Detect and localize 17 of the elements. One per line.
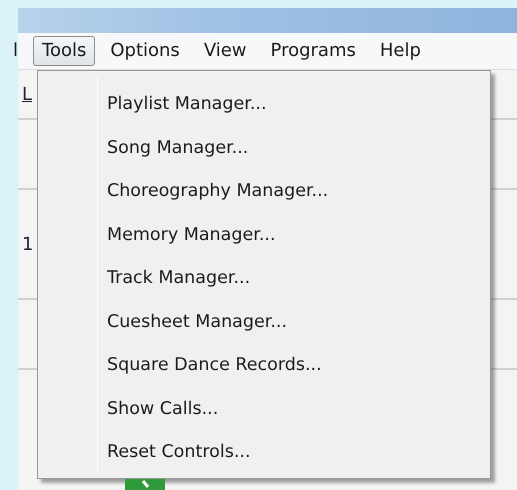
menu-option[interactable]: Song Manager... bbox=[38, 126, 490, 170]
menu-item[interactable]: Programs bbox=[262, 36, 365, 66]
menu-option[interactable]: Track Manager... bbox=[38, 257, 490, 300]
menu-item[interactable]: Tools bbox=[33, 36, 96, 66]
menu-item[interactable]: Help bbox=[370, 36, 430, 66]
menu-item[interactable]: View bbox=[194, 36, 256, 66]
menu-option[interactable]: Square Dance Records... bbox=[38, 344, 490, 388]
menu-option[interactable]: Cuesheet Manager... bbox=[38, 300, 490, 344]
menu-option[interactable]: Choreography Manager... bbox=[38, 170, 490, 214]
menu-option[interactable]: Playlist Manager... bbox=[38, 83, 490, 126]
menu-option[interactable]: Show Calls... bbox=[38, 388, 490, 431]
field-text: L bbox=[22, 82, 32, 106]
row-text: 1 bbox=[22, 232, 34, 256]
menu-option[interactable]: Reset Controls... bbox=[38, 431, 490, 474]
menu-item[interactable]: l bbox=[12, 36, 28, 66]
menu-option[interactable]: Memory Manager... bbox=[38, 214, 490, 257]
menu-item[interactable]: Options bbox=[101, 36, 189, 66]
